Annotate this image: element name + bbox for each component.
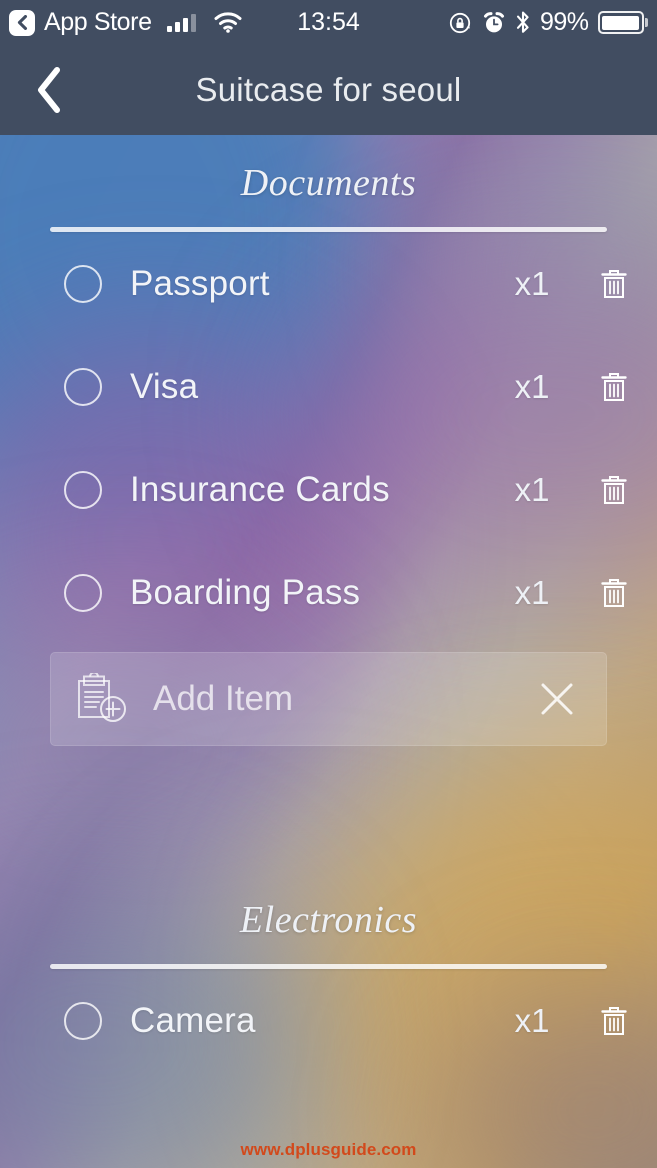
item-quantity: x1 [514, 367, 550, 405]
section-title: Documents [240, 162, 417, 204]
page-title: Suitcase for seoul [195, 71, 462, 108]
status-bar-right: 99% [449, 8, 657, 37]
trash-icon [601, 1006, 627, 1035]
item-checkbox[interactable] [64, 470, 102, 509]
app-screen: App Store 13:54 99% Suitcase for seoul D… [0, 0, 657, 1168]
navigation-bar: Suitcase for seoul [0, 45, 657, 135]
delete-item-button[interactable] [571, 370, 657, 404]
rotation-lock-icon [449, 12, 471, 33]
list-item[interactable]: Insurance Cards x1 [0, 438, 657, 541]
section-documents: Documents [0, 135, 657, 232]
battery-percent-label: 99% [539, 8, 589, 36]
item-name: Boarding Pass [130, 572, 361, 612]
item-name: Visa [130, 366, 199, 406]
list-item[interactable]: Passport x1 [0, 232, 657, 335]
clipboard-add-icon [75, 673, 141, 725]
chevron-left-icon [38, 67, 60, 113]
item-name: Camera [130, 1000, 256, 1040]
item-name: Passport [130, 263, 270, 303]
item-name: Insurance Cards [130, 469, 390, 509]
item-quantity: x1 [514, 573, 550, 611]
clear-add-item-button[interactable] [530, 679, 584, 719]
list-item[interactable]: Boarding Pass x1 [0, 541, 657, 644]
add-item-field[interactable]: Add Item [50, 652, 607, 746]
battery-full-icon [597, 11, 648, 34]
section-title: Electronics [239, 899, 418, 941]
site-watermark: www.dplusguide.com [240, 1140, 417, 1159]
item-checkbox[interactable] [64, 264, 102, 303]
delete-item-button[interactable] [571, 473, 657, 507]
item-quantity: x1 [514, 1001, 550, 1039]
item-checkbox[interactable] [64, 1001, 102, 1040]
delete-item-button[interactable] [571, 267, 657, 301]
delete-item-button[interactable] [571, 1004, 657, 1038]
close-x-icon [541, 683, 573, 715]
item-quantity: x1 [514, 470, 550, 508]
trash-icon [601, 269, 627, 298]
trash-icon [601, 475, 627, 504]
item-checkbox[interactable] [64, 367, 102, 406]
delete-item-button[interactable] [571, 576, 657, 610]
trash-icon [601, 372, 627, 401]
status-bar: App Store 13:54 99% [0, 0, 657, 45]
item-quantity: x1 [514, 264, 550, 302]
item-checkbox[interactable] [64, 573, 102, 612]
list-item[interactable]: Visa x1 [0, 335, 657, 438]
bluetooth-icon [516, 11, 529, 33]
trash-icon [601, 578, 627, 607]
alarm-clock-icon [483, 11, 504, 32]
nav-back-button[interactable] [16, 45, 82, 135]
section-electronics: Electronics [0, 872, 657, 969]
list-item[interactable]: Camera x1 [0, 969, 657, 1072]
add-item-input[interactable]: Add Item [153, 679, 530, 719]
checklist-content: Documents Passport x1 Visa x1 Insurance … [0, 135, 657, 1168]
